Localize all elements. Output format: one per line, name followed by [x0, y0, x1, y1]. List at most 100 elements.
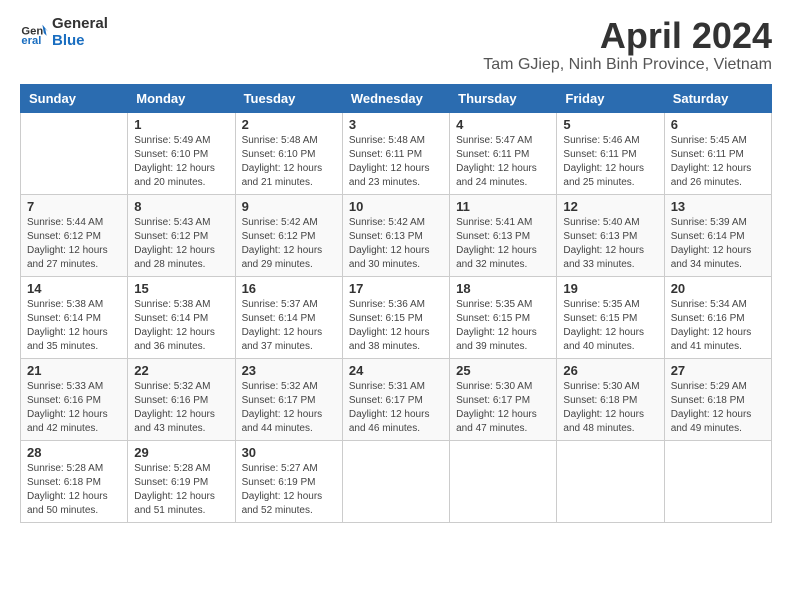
- month-title: April 2024: [483, 16, 772, 56]
- day-info: Sunrise: 5:49 AMSunset: 6:10 PMDaylight:…: [134, 134, 228, 190]
- day-info: Sunrise: 5:40 AMSunset: 6:13 PMDaylight:…: [563, 216, 657, 272]
- day-number: 19: [563, 281, 657, 296]
- day-info: Sunrise: 5:47 AMSunset: 6:11 PMDaylight:…: [456, 134, 550, 190]
- calendar-cell: 18 Sunrise: 5:35 AMSunset: 6:15 PMDayligh…: [450, 276, 557, 358]
- day-info: Sunrise: 5:48 AMSunset: 6:10 PMDaylight:…: [242, 134, 336, 190]
- logo: Gen eral General Blue: [20, 16, 108, 49]
- calendar-cell: 4 Sunrise: 5:47 AMSunset: 6:11 PMDaylight…: [450, 112, 557, 194]
- header-day-saturday: Saturday: [664, 84, 771, 112]
- calendar-cell: 1 Sunrise: 5:49 AMSunset: 6:10 PMDaylight…: [128, 112, 235, 194]
- day-info: Sunrise: 5:43 AMSunset: 6:12 PMDaylight:…: [134, 216, 228, 272]
- day-number: 27: [671, 363, 765, 378]
- calendar-cell: [21, 112, 128, 194]
- day-number: 30: [242, 445, 336, 460]
- header-day-thursday: Thursday: [450, 84, 557, 112]
- week-row-3: 14Sunrise: 5:38 AMSunset: 6:14 PMDayligh…: [21, 276, 772, 358]
- header-day-monday: Monday: [128, 84, 235, 112]
- day-number: 26: [563, 363, 657, 378]
- day-number: 8: [134, 199, 228, 214]
- day-number: 18: [456, 281, 550, 296]
- day-number: 13: [671, 199, 765, 214]
- day-number: 5: [563, 117, 657, 132]
- calendar-cell: 6 Sunrise: 5:45 AMSunset: 6:11 PMDaylight…: [664, 112, 771, 194]
- day-info: Sunrise: 5:32 AMSunset: 6:16 PMDaylight:…: [134, 380, 228, 436]
- calendar-header-row: SundayMondayTuesdayWednesdayThursdayFrid…: [21, 84, 772, 112]
- day-number: 15: [134, 281, 228, 296]
- day-number: 14: [27, 281, 121, 296]
- calendar-cell: 14Sunrise: 5:38 AMSunset: 6:14 PMDayligh…: [21, 276, 128, 358]
- calendar-cell: 25Sunrise: 5:30 AMSunset: 6:17 PMDayligh…: [450, 358, 557, 440]
- calendar-cell: 2 Sunrise: 5:48 AMSunset: 6:10 PMDaylight…: [235, 112, 342, 194]
- day-info: Sunrise: 5:27 AMSunset: 6:19 PMDaylight:…: [242, 462, 336, 518]
- header-day-sunday: Sunday: [21, 84, 128, 112]
- week-row-5: 28Sunrise: 5:28 AMSunset: 6:18 PMDayligh…: [21, 440, 772, 522]
- location-subtitle: Tam GJiep, Ninh Binh Province, Vietnam: [483, 56, 772, 74]
- calendar-table: SundayMondayTuesdayWednesdayThursdayFrid…: [20, 84, 772, 523]
- header: Gen eral General Blue April 2024 Tam GJi…: [20, 16, 772, 74]
- header-day-wednesday: Wednesday: [342, 84, 449, 112]
- calendar-cell: [450, 440, 557, 522]
- calendar-cell: 8 Sunrise: 5:43 AMSunset: 6:12 PMDaylight…: [128, 194, 235, 276]
- day-info: Sunrise: 5:34 AMSunset: 6:16 PMDaylight:…: [671, 298, 765, 354]
- day-info: Sunrise: 5:30 AMSunset: 6:17 PMDaylight:…: [456, 380, 550, 436]
- logo-icon: Gen eral: [20, 19, 48, 47]
- day-number: 28: [27, 445, 121, 460]
- calendar-cell: 20Sunrise: 5:34 AMSunset: 6:16 PMDayligh…: [664, 276, 771, 358]
- day-info: Sunrise: 5:41 AMSunset: 6:13 PMDaylight:…: [456, 216, 550, 272]
- title-area: April 2024 Tam GJiep, Ninh Binh Province…: [483, 16, 772, 74]
- day-number: 1: [134, 117, 228, 132]
- day-number: 10: [349, 199, 443, 214]
- day-info: Sunrise: 5:28 AMSunset: 6:19 PMDaylight:…: [134, 462, 228, 518]
- header-day-friday: Friday: [557, 84, 664, 112]
- day-info: Sunrise: 5:44 AMSunset: 6:12 PMDaylight:…: [27, 216, 121, 272]
- day-number: 7: [27, 199, 121, 214]
- day-info: Sunrise: 5:35 AMSunset: 6:15 PMDaylight:…: [563, 298, 657, 354]
- day-number: 21: [27, 363, 121, 378]
- day-info: Sunrise: 5:42 AMSunset: 6:12 PMDaylight:…: [242, 216, 336, 272]
- calendar-cell: 21 Sunrise: 5:33 AMSunset: 6:16 PMDayligh…: [21, 358, 128, 440]
- calendar-cell: 3 Sunrise: 5:48 AMSunset: 6:11 PMDaylight…: [342, 112, 449, 194]
- day-info: Sunrise: 5:37 AMSunset: 6:14 PMDaylight:…: [242, 298, 336, 354]
- calendar-cell: 16 Sunrise: 5:37 AMSunset: 6:14 PMDayligh…: [235, 276, 342, 358]
- day-info: Sunrise: 5:39 AMSunset: 6:14 PMDaylight:…: [671, 216, 765, 272]
- day-info: Sunrise: 5:36 AMSunset: 6:15 PMDaylight:…: [349, 298, 443, 354]
- day-number: 3: [349, 117, 443, 132]
- svg-text:eral: eral: [21, 35, 41, 47]
- calendar-cell: 28Sunrise: 5:28 AMSunset: 6:18 PMDayligh…: [21, 440, 128, 522]
- calendar-cell: 30 Sunrise: 5:27 AMSunset: 6:19 PMDayligh…: [235, 440, 342, 522]
- calendar-cell: 29Sunrise: 5:28 AMSunset: 6:19 PMDayligh…: [128, 440, 235, 522]
- day-info: Sunrise: 5:42 AMSunset: 6:13 PMDaylight:…: [349, 216, 443, 272]
- day-info: Sunrise: 5:32 AMSunset: 6:17 PMDaylight:…: [242, 380, 336, 436]
- day-number: 2: [242, 117, 336, 132]
- calendar-cell: 26 Sunrise: 5:30 AMSunset: 6:18 PMDayligh…: [557, 358, 664, 440]
- day-number: 17: [349, 281, 443, 296]
- day-info: Sunrise: 5:33 AMSunset: 6:16 PMDaylight:…: [27, 380, 121, 436]
- day-info: Sunrise: 5:46 AMSunset: 6:11 PMDaylight:…: [563, 134, 657, 190]
- calendar-cell: 7 Sunrise: 5:44 AMSunset: 6:12 PMDaylight…: [21, 194, 128, 276]
- week-row-2: 7 Sunrise: 5:44 AMSunset: 6:12 PMDaylight…: [21, 194, 772, 276]
- day-info: Sunrise: 5:30 AMSunset: 6:18 PMDaylight:…: [563, 380, 657, 436]
- logo-line2: Blue: [52, 33, 108, 50]
- calendar-cell: [342, 440, 449, 522]
- calendar-cell: 27Sunrise: 5:29 AMSunset: 6:18 PMDayligh…: [664, 358, 771, 440]
- calendar-cell: 15Sunrise: 5:38 AMSunset: 6:14 PMDayligh…: [128, 276, 235, 358]
- calendar-cell: 11 Sunrise: 5:41 AMSunset: 6:13 PMDayligh…: [450, 194, 557, 276]
- day-info: Sunrise: 5:35 AMSunset: 6:15 PMDaylight:…: [456, 298, 550, 354]
- header-day-tuesday: Tuesday: [235, 84, 342, 112]
- day-number: 4: [456, 117, 550, 132]
- calendar-cell: 12 Sunrise: 5:40 AMSunset: 6:13 PMDayligh…: [557, 194, 664, 276]
- day-number: 16: [242, 281, 336, 296]
- day-number: 12: [563, 199, 657, 214]
- day-number: 11: [456, 199, 550, 214]
- calendar-cell: [664, 440, 771, 522]
- week-row-1: 1 Sunrise: 5:49 AMSunset: 6:10 PMDaylight…: [21, 112, 772, 194]
- calendar-cell: 22Sunrise: 5:32 AMSunset: 6:16 PMDayligh…: [128, 358, 235, 440]
- logo-line1: General: [52, 16, 108, 33]
- day-number: 9: [242, 199, 336, 214]
- calendar-cell: 13 Sunrise: 5:39 AMSunset: 6:14 PMDayligh…: [664, 194, 771, 276]
- calendar-cell: 17 Sunrise: 5:36 AMSunset: 6:15 PMDayligh…: [342, 276, 449, 358]
- day-info: Sunrise: 5:48 AMSunset: 6:11 PMDaylight:…: [349, 134, 443, 190]
- day-info: Sunrise: 5:45 AMSunset: 6:11 PMDaylight:…: [671, 134, 765, 190]
- calendar-cell: 23Sunrise: 5:32 AMSunset: 6:17 PMDayligh…: [235, 358, 342, 440]
- day-number: 6: [671, 117, 765, 132]
